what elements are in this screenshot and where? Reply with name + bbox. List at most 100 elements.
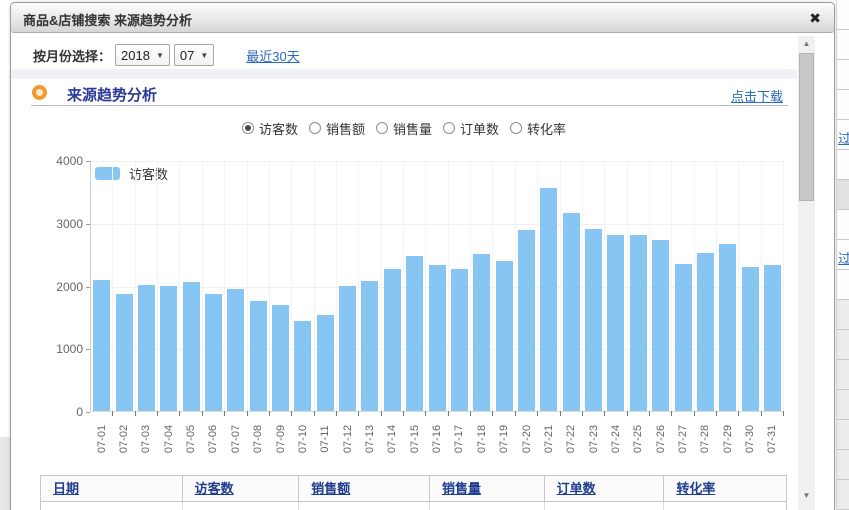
scroll-down-icon[interactable]: ▼ — [798, 488, 815, 503]
x-tick-label: 07-27 — [676, 419, 690, 459]
month-select[interactable]: 07 ▼ — [174, 44, 214, 66]
close-icon[interactable]: ✖ — [809, 9, 821, 27]
bar-07-18[interactable] — [473, 254, 490, 411]
bar-07-21[interactable] — [540, 188, 557, 411]
bar-07-06[interactable] — [205, 294, 222, 412]
bar-07-31[interactable] — [764, 265, 781, 411]
bar-07-30[interactable] — [742, 267, 759, 411]
x-tick-label: 07-30 — [743, 419, 757, 459]
bar-07-04[interactable] — [160, 286, 177, 411]
bar-07-13[interactable] — [361, 281, 378, 411]
radio-icon[interactable] — [376, 122, 388, 134]
metric-option-2[interactable]: 销售额 — [309, 119, 365, 138]
bar-07-09[interactable] — [272, 305, 289, 411]
radio-icon[interactable] — [443, 122, 455, 134]
x-tick-label: 07-11 — [318, 419, 332, 459]
section-divider-band — [11, 69, 797, 79]
bar-07-12[interactable] — [339, 286, 356, 411]
x-tick-label: 07-24 — [609, 419, 623, 459]
bar-07-26[interactable] — [652, 240, 669, 411]
background-left-strip — [0, 0, 10, 510]
bar-07-16[interactable] — [429, 265, 446, 411]
table-cell-stub — [430, 502, 545, 510]
column-header-3[interactable]: 销售额 — [299, 476, 430, 502]
bar-07-14[interactable] — [384, 269, 401, 412]
bar-07-07[interactable] — [227, 289, 244, 411]
bar-07-19[interactable] — [496, 261, 513, 411]
data-table: 日期访客数销售额销售量订单数转化率 — [40, 475, 787, 510]
trend-analysis-dialog: 商品&店铺搜索 来源趋势分析 ✖ 按月份选择： 2018 ▼ 07 ▼ 最近30… — [10, 2, 835, 510]
chart-column-07-12: 07-12 — [337, 161, 359, 411]
bar-07-23[interactable] — [585, 229, 602, 411]
metric-option-3[interactable]: 销售量 — [376, 119, 432, 138]
x-tick — [671, 411, 672, 416]
bar-07-17[interactable] — [451, 269, 468, 412]
x-tick-label: 07-10 — [296, 419, 310, 459]
bar-07-03[interactable] — [138, 285, 155, 411]
background-table-row — [837, 390, 849, 420]
background-table-row — [837, 0, 849, 30]
chart-column-07-22: 07-22 — [561, 161, 583, 411]
scroll-up-icon[interactable]: ▲ — [798, 36, 815, 51]
year-select-value: 2018 — [121, 48, 150, 63]
chart-column-07-05: 07-05 — [180, 161, 202, 411]
bar-07-08[interactable] — [250, 301, 267, 411]
bar-07-22[interactable] — [563, 213, 580, 411]
metric-option-1[interactable]: 访客数 — [242, 119, 298, 138]
chart-column-07-29: 07-29 — [717, 161, 739, 411]
background-table-row — [837, 300, 849, 330]
month-filter-label: 按月份选择： — [33, 46, 111, 65]
bar-07-02[interactable] — [116, 294, 133, 412]
background-table-row — [837, 150, 849, 180]
metric-option-4[interactable]: 订单数 — [443, 119, 499, 138]
column-header-6[interactable]: 转化率 — [664, 476, 786, 502]
bar-07-10[interactable] — [294, 321, 311, 411]
chart-column-07-06: 07-06 — [203, 161, 225, 411]
x-tick — [649, 411, 650, 416]
bar-07-25[interactable] — [630, 235, 647, 411]
x-tick-label: 07-29 — [721, 419, 735, 459]
chart-column-07-28: 07-28 — [695, 161, 717, 411]
chart-column-07-14: 07-14 — [382, 161, 404, 411]
bar-07-01[interactable] — [93, 280, 110, 411]
x-tick-label: 07-20 — [520, 419, 534, 459]
bar-07-15[interactable] — [406, 256, 423, 411]
background-link[interactable]: 过 — [838, 128, 849, 147]
radio-icon[interactable] — [510, 122, 522, 134]
x-tick — [604, 411, 605, 416]
bar-07-27[interactable] — [675, 264, 692, 412]
chevron-down-icon: ▼ — [156, 51, 164, 60]
x-tick-label: 07-26 — [654, 419, 668, 459]
year-select[interactable]: 2018 ▼ — [115, 44, 170, 66]
radio-icon[interactable] — [242, 122, 254, 134]
bar-07-24[interactable] — [607, 235, 624, 411]
x-tick — [224, 411, 225, 416]
background-link[interactable]: 过 — [838, 248, 849, 267]
x-tick — [269, 411, 270, 416]
x-tick-label: 07-02 — [117, 419, 131, 459]
column-header-1[interactable]: 日期 — [41, 476, 183, 502]
x-tick — [202, 411, 203, 416]
recent-30-days-link[interactable]: 最近30天 — [246, 46, 299, 65]
metric-option-5[interactable]: 转化率 — [510, 119, 566, 138]
chart-column-07-03: 07-03 — [136, 161, 158, 411]
y-tick-label: 3000 — [39, 217, 83, 231]
bar-07-20[interactable] — [518, 230, 535, 411]
bar-07-28[interactable] — [697, 253, 714, 411]
vertical-scrollbar[interactable]: ▲ ▼ — [798, 36, 815, 510]
bar-07-11[interactable] — [317, 315, 334, 411]
column-header-4[interactable]: 销售量 — [430, 476, 545, 502]
column-header-2[interactable]: 访客数 — [183, 476, 300, 502]
bar-07-29[interactable] — [719, 244, 736, 412]
section-bullet-icon — [32, 85, 47, 100]
radio-icon[interactable] — [309, 122, 321, 134]
scrollbar-thumb[interactable] — [799, 53, 814, 201]
bar-07-05[interactable] — [183, 282, 200, 411]
metric-option-label: 销售量 — [393, 119, 432, 138]
download-link[interactable]: 点击下载 — [731, 86, 783, 105]
x-tick-label: 07-08 — [251, 419, 265, 459]
column-header-5[interactable]: 订单数 — [545, 476, 665, 502]
chart-column-07-18: 07-18 — [471, 161, 493, 411]
metric-option-label: 转化率 — [527, 119, 566, 138]
x-tick-label: 07-22 — [564, 419, 578, 459]
